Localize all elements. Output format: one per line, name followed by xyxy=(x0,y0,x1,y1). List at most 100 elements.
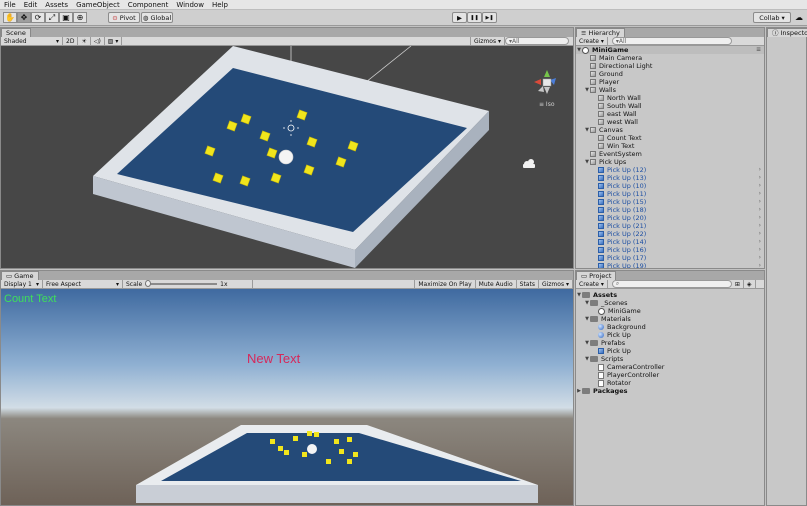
prefab-open-icon[interactable]: › xyxy=(759,214,761,222)
project-item[interactable]: Pick Up xyxy=(576,347,764,355)
2d-toggle[interactable]: 2D xyxy=(63,37,79,45)
hierarchy-item[interactable]: Pick Up (14) › xyxy=(576,238,764,246)
hierarchy-item[interactable]: ▼ Canvas xyxy=(576,126,764,134)
hierarchy-item[interactable]: Pick Up (21) › xyxy=(576,222,764,230)
prefab-open-icon[interactable]: › xyxy=(759,166,761,174)
hierarchy-item[interactable]: Pick Up (12) › xyxy=(576,166,764,174)
project-item[interactable]: PlayerController xyxy=(576,371,764,379)
scene-menu-icon[interactable]: ≡ xyxy=(756,46,761,54)
scale-slider[interactable]: Scale 1x xyxy=(123,280,253,288)
project-item[interactable]: ▼ Assets xyxy=(576,291,764,299)
hierarchy-item[interactable]: Pick Up (13) › xyxy=(576,174,764,182)
prefab-open-icon[interactable]: › xyxy=(759,182,761,190)
filter-by-type-icon[interactable]: ⊞ xyxy=(732,280,744,288)
prefab-open-icon[interactable]: › xyxy=(759,198,761,206)
scale-slider-handle[interactable] xyxy=(145,280,152,287)
prefab-open-icon[interactable]: › xyxy=(759,222,761,230)
mute-audio-toggle[interactable]: Mute Audio xyxy=(476,280,517,288)
menu-assets[interactable]: Assets xyxy=(41,0,72,10)
prefab-open-icon[interactable]: › xyxy=(759,246,761,254)
cloud-icon[interactable]: ☁ xyxy=(795,13,803,22)
hierarchy-item[interactable]: Pick Up (11) › xyxy=(576,190,764,198)
hierarchy-item[interactable]: North Wall xyxy=(576,94,764,102)
hierarchy-item[interactable]: Ground xyxy=(576,70,764,78)
project-item[interactable]: Background xyxy=(576,323,764,331)
hierarchy-item[interactable]: Pick Up (18) › xyxy=(576,206,764,214)
hierarchy-item[interactable]: ▼ Pick Ups xyxy=(576,158,764,166)
hierarchy-item[interactable]: Main Camera xyxy=(576,54,764,62)
pause-button[interactable]: ❚❚ xyxy=(467,12,482,23)
lighting-toggle-icon[interactable]: ☀ xyxy=(78,37,91,45)
scene-gizmos-dropdown[interactable]: Gizmos ▾ xyxy=(469,37,505,45)
hierarchy-item[interactable]: Pick Up (16) › xyxy=(576,246,764,254)
audio-toggle-icon[interactable]: ◁) xyxy=(91,37,105,45)
prefab-open-icon[interactable]: › xyxy=(759,190,761,198)
hierarchy-item[interactable]: ▼ Walls xyxy=(576,86,764,94)
project-item[interactable]: ▼ Materials xyxy=(576,315,764,323)
hierarchy-item[interactable]: Player xyxy=(576,78,764,86)
prefab-open-icon[interactable]: › xyxy=(759,206,761,214)
stats-toggle[interactable]: Stats xyxy=(517,280,539,288)
prefab-open-icon[interactable]: › xyxy=(759,254,761,262)
play-button[interactable]: ▶ xyxy=(452,12,467,23)
project-item[interactable]: ▼ _Scenes xyxy=(576,299,764,307)
game-gizmos-dropdown[interactable]: Gizmos ▾ xyxy=(539,280,573,288)
global-toggle[interactable]: ◍ Global xyxy=(141,12,173,23)
pivot-toggle[interactable]: ⊙ Pivot xyxy=(108,12,140,23)
hierarchy-item[interactable]: east Wall xyxy=(576,110,764,118)
hierarchy-search-input[interactable]: ▾All xyxy=(611,37,732,45)
aspect-dropdown[interactable]: Free Aspect ▾ xyxy=(43,280,123,288)
prefab-open-icon[interactable]: › xyxy=(759,262,761,268)
hierarchy-item[interactable]: Pick Up (20) › xyxy=(576,214,764,222)
scale-slider-track[interactable] xyxy=(145,280,218,287)
project-item[interactable]: CameraController xyxy=(576,363,764,371)
collab-button[interactable]: Collab ▾ xyxy=(753,12,791,23)
project-item[interactable]: ▼ Scripts xyxy=(576,355,764,363)
hierarchy-item[interactable]: Pick Up (22) › xyxy=(576,230,764,238)
hierarchy-item[interactable]: South Wall xyxy=(576,102,764,110)
tab-project[interactable]: ▭ Project xyxy=(576,271,617,280)
project-item[interactable]: ▼ Prefabs xyxy=(576,339,764,347)
scale-tool-icon[interactable]: ⤢ xyxy=(45,12,59,23)
tab-game[interactable]: ▭ Game xyxy=(1,271,39,280)
hierarchy-item[interactable]: Pick Up (10) › xyxy=(576,182,764,190)
player-sphere[interactable] xyxy=(278,149,294,165)
menu-file[interactable]: File xyxy=(0,0,20,10)
prefab-open-icon[interactable]: › xyxy=(759,230,761,238)
game-viewport[interactable] xyxy=(1,289,573,505)
menu-edit[interactable]: Edit xyxy=(20,0,42,10)
project-search-input[interactable]: ⌕ xyxy=(611,280,732,288)
scene-viewport[interactable]: ≡ Iso xyxy=(1,46,573,268)
menu-help[interactable]: Help xyxy=(208,0,232,10)
tab-hierarchy[interactable]: ≡ Hierarchy xyxy=(576,28,625,37)
hierarchy-item[interactable]: Count Text xyxy=(576,134,764,142)
menu-gameobject[interactable]: GameObject xyxy=(72,0,124,10)
scene-search-input[interactable]: ▾All xyxy=(505,37,569,45)
hierarchy-item[interactable]: Pick Up (15) › xyxy=(576,198,764,206)
display-dropdown[interactable]: Display 1 ▾ xyxy=(1,280,43,288)
effects-toggle-icon[interactable]: ▨ ▾ xyxy=(105,37,123,45)
hierarchy-item[interactable]: EventSystem xyxy=(576,150,764,158)
project-item[interactable]: Rotator xyxy=(576,379,764,387)
hierarchy-item[interactable]: Pick Up (17) › xyxy=(576,254,764,262)
project-item[interactable]: Pick Up xyxy=(576,331,764,339)
hierarchy-item[interactable]: Directional Light xyxy=(576,62,764,70)
menu-component[interactable]: Component xyxy=(124,0,173,10)
filter-by-label-icon[interactable]: ◈ xyxy=(744,280,756,288)
transform-tool-icon[interactable]: ⊕ xyxy=(73,12,87,23)
hierarchy-item[interactable]: Pick Up (19) › xyxy=(576,262,764,268)
step-button[interactable]: ▶❚ xyxy=(482,12,497,23)
maximize-on-play-toggle[interactable]: Maximize On Play xyxy=(414,280,476,288)
iso-label[interactable]: ≡ Iso xyxy=(539,101,555,108)
project-item[interactable]: ▶ Packages xyxy=(576,387,764,395)
prefab-open-icon[interactable]: › xyxy=(759,174,761,182)
scene-root-row[interactable]: ▼ MiniGame ≡ xyxy=(576,46,764,54)
tab-scene[interactable]: Scene xyxy=(1,28,31,37)
menu-window[interactable]: Window xyxy=(172,0,208,10)
hierarchy-item[interactable]: Win Text xyxy=(576,142,764,150)
prefab-open-icon[interactable]: › xyxy=(759,238,761,246)
rotate-tool-icon[interactable]: ⟳ xyxy=(31,12,45,23)
move-tool-icon[interactable]: ✥ xyxy=(17,12,31,23)
hierarchy-create-button[interactable]: Create ▾ xyxy=(576,37,608,45)
hierarchy-item[interactable]: west Wall xyxy=(576,118,764,126)
